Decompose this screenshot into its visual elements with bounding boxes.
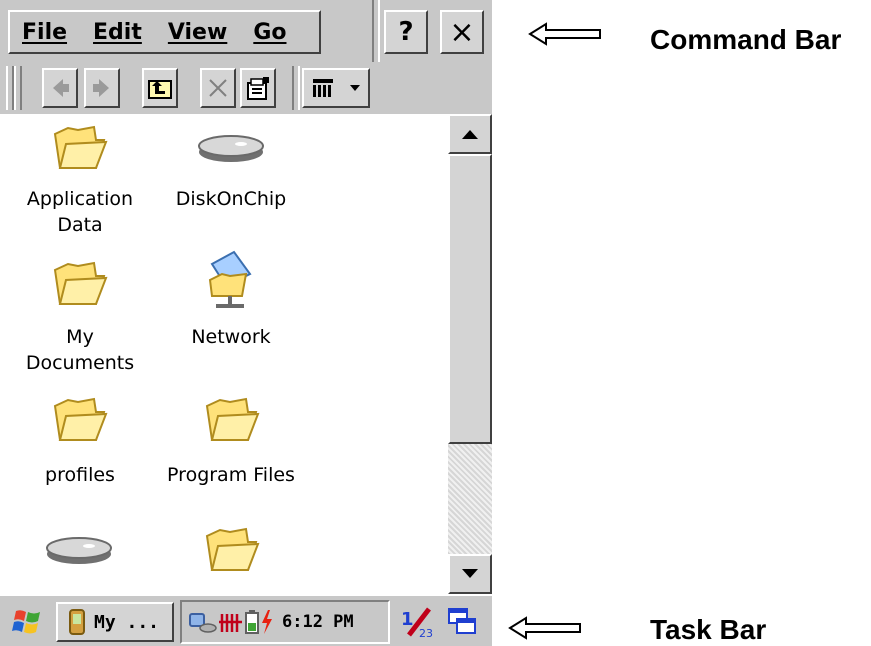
- delete-icon: [209, 79, 227, 97]
- task-button-my[interactable]: My ...: [56, 602, 174, 642]
- scroll-down-button[interactable]: [448, 554, 492, 594]
- down-arrow-icon: [462, 569, 478, 578]
- list-item[interactable]: Program Files: [158, 392, 304, 522]
- battery-icon[interactable]: [244, 609, 260, 635]
- list-item[interactable]: Application Data: [10, 114, 150, 264]
- list-item[interactable]: [10, 522, 150, 594]
- windows-flag-icon: [12, 610, 40, 634]
- command-bar-label: Command Bar: [650, 24, 842, 55]
- folder-icon: [53, 125, 108, 169]
- properties-button[interactable]: [240, 68, 276, 108]
- command-bar-arrow-icon: [528, 22, 601, 46]
- folder-icon: [205, 397, 260, 441]
- file-name: DiskOnChip: [175, 188, 287, 210]
- input-panel-icon: 1 23: [401, 607, 433, 639]
- toolbar-divider: [292, 66, 300, 110]
- folder-icon: [53, 397, 108, 441]
- list-item[interactable]: [158, 522, 304, 594]
- network-icon: [208, 250, 252, 308]
- file-name: Network: [191, 326, 271, 348]
- file-name: Program Files: [167, 464, 295, 486]
- menu-divider: [372, 0, 380, 62]
- view-menu-button[interactable]: [302, 68, 370, 108]
- desktop-button[interactable]: [442, 602, 482, 642]
- task-bar-label: Task Bar: [650, 614, 767, 645]
- forward-arrow-icon: [93, 79, 109, 97]
- windows-switch-icon: [448, 608, 476, 634]
- list-item[interactable]: DiskOnChip: [158, 114, 304, 264]
- scroll-up-button[interactable]: [448, 114, 492, 154]
- folder-up-icon: [148, 80, 172, 99]
- delete-button[interactable]: [200, 68, 236, 108]
- folder-icon: [205, 527, 260, 571]
- menu-view[interactable]: View: [168, 20, 227, 45]
- menu-bar: File Edit View Go: [8, 10, 321, 54]
- drive-icon: [46, 537, 112, 564]
- svg-text:23: 23: [419, 627, 433, 639]
- folder-icon: [53, 261, 108, 305]
- chevron-down-icon: [350, 85, 360, 91]
- folder-up-button[interactable]: [142, 68, 178, 108]
- network-status-icon[interactable]: [188, 610, 218, 634]
- file-list-view: Application Data DiskOnChip My Documents: [0, 114, 448, 594]
- close-button[interactable]: ×: [440, 10, 484, 54]
- scroll-track[interactable]: [448, 444, 492, 554]
- device-screen: File Edit View Go ? × Application Data D…: [0, 0, 492, 646]
- charging-icon: [262, 610, 272, 634]
- svg-text:1: 1: [401, 609, 414, 630]
- toolbar-grip-2: [14, 66, 22, 110]
- clock[interactable]: 6:12 PM: [282, 612, 354, 632]
- start-button[interactable]: [8, 602, 48, 642]
- menu-file[interactable]: File: [22, 20, 67, 45]
- file-name: My Documents: [25, 326, 135, 374]
- list-item[interactable]: profiles: [10, 392, 150, 522]
- file-name: Application Data: [26, 188, 134, 236]
- up-arrow-icon: [462, 130, 478, 139]
- drive-icon: [198, 135, 264, 162]
- properties-icon: [247, 77, 269, 100]
- back-button[interactable]: [42, 68, 78, 108]
- toolbar-grip[interactable]: [6, 66, 14, 110]
- toolbar: [0, 62, 492, 114]
- list-item[interactable]: My Documents: [10, 252, 150, 392]
- task-label: My ...: [94, 611, 160, 633]
- task-bar-arrow-icon: [508, 616, 581, 640]
- menu-go[interactable]: Go: [253, 20, 286, 45]
- input-panel-button[interactable]: 1 23: [396, 602, 436, 642]
- back-arrow-icon: [53, 79, 69, 97]
- list-item[interactable]: Network: [158, 250, 304, 392]
- scroll-thumb[interactable]: [448, 154, 492, 444]
- task-bar: My ... 6:12 PM 1 23: [0, 594, 492, 646]
- command-bar: File Edit View Go ? ×: [0, 0, 492, 62]
- help-button[interactable]: ?: [384, 10, 428, 54]
- device-icon: [69, 609, 85, 635]
- signal-icon[interactable]: [218, 610, 244, 634]
- forward-button[interactable]: [84, 68, 120, 108]
- vertical-scrollbar[interactable]: [448, 114, 492, 594]
- notification-area: 6:12 PM: [180, 600, 390, 644]
- menu-edit[interactable]: Edit: [93, 20, 142, 45]
- view-menu-icon: [313, 79, 333, 97]
- file-name: profiles: [45, 464, 115, 486]
